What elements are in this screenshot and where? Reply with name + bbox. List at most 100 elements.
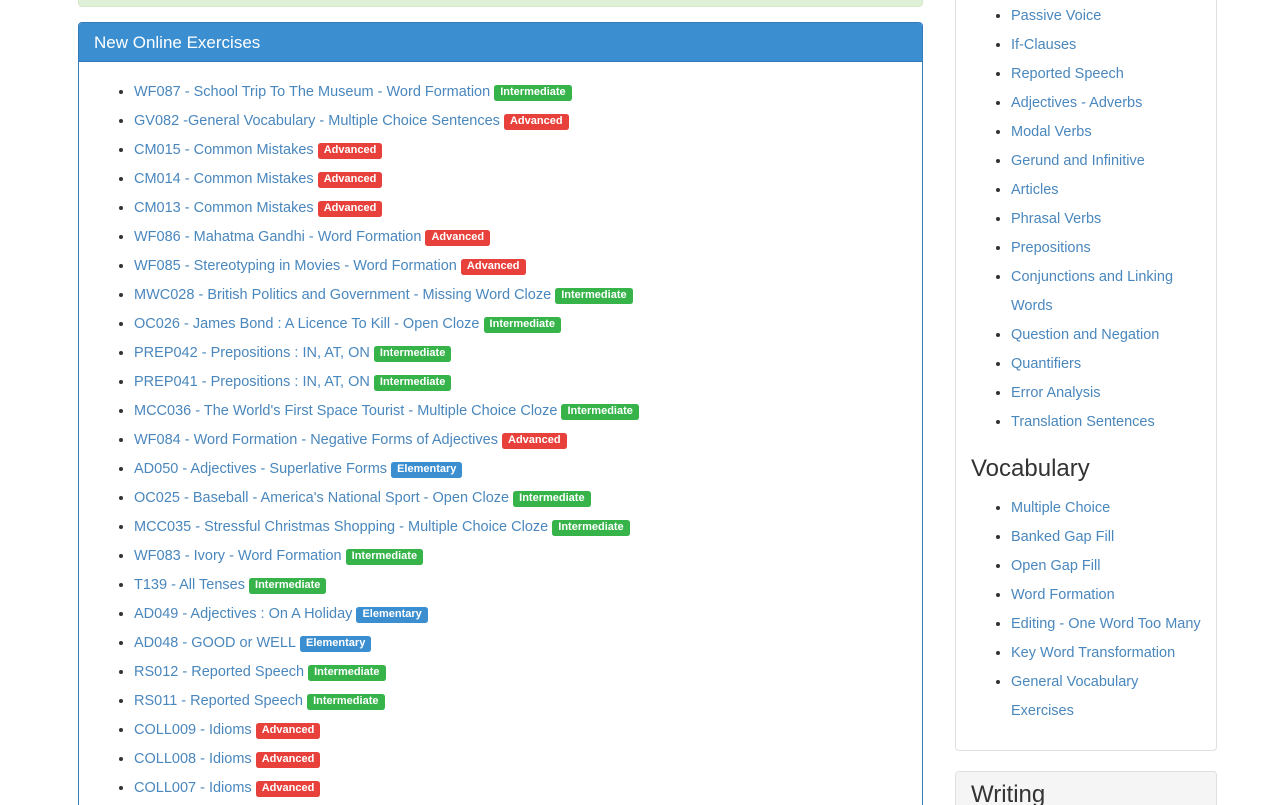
sidebar-link[interactable]: Phrasal Verbs xyxy=(1011,211,1101,227)
exercise-list: WF087 - School Trip To The Museum - Word… xyxy=(94,77,907,805)
sidebar-list-item: Question and Negation xyxy=(1011,320,1201,349)
sidebar-link[interactable]: Adjectives - Adverbs xyxy=(1011,95,1142,111)
exercise-link[interactable]: T139 - All Tenses xyxy=(134,577,245,593)
sidebar-list-item: Passive Voice xyxy=(1011,1,1201,30)
exercise-link[interactable]: CM013 - Common Mistakes xyxy=(134,200,314,216)
exercise-list-item: RS012 - Reported SpeechIntermediate xyxy=(134,657,907,686)
sidebar-link[interactable]: Gerund and Infinitive xyxy=(1011,153,1145,169)
sidebar-list-item: If-Clauses xyxy=(1011,30,1201,59)
sidebar-link[interactable]: Banked Gap Fill xyxy=(1011,529,1114,545)
sidebar-list-item: Banked Gap Fill xyxy=(1011,522,1201,551)
sidebar-list-item: Prepositions xyxy=(1011,233,1201,262)
exercise-link[interactable]: PREP041 - Prepositions : IN, AT, ON xyxy=(134,374,370,390)
exercise-link[interactable]: COLL009 - Idioms xyxy=(134,722,252,738)
exercise-list-item: WF084 - Word Formation - Negative Forms … xyxy=(134,425,907,454)
sidebar-link[interactable]: Conjunctions and Linking Words xyxy=(1011,269,1173,314)
new-online-exercises-panel: New Online Exercises WF087 - School Trip… xyxy=(78,22,923,805)
exercise-link[interactable]: RS011 - Reported Speech xyxy=(134,693,303,709)
sidebar-link[interactable]: Prepositions xyxy=(1011,240,1091,256)
sidebar-link[interactable]: Key Word Transformation xyxy=(1011,645,1175,661)
exercise-link[interactable]: OC025 - Baseball - America's National Sp… xyxy=(134,490,509,506)
exercise-link[interactable]: AD049 - Adjectives : On A Holiday xyxy=(134,606,352,622)
exercise-list-item: RS011 - Reported SpeechIntermediate xyxy=(134,686,907,715)
writing-panel: Writing xyxy=(955,771,1217,805)
exercise-link[interactable]: MCC035 - Stressful Christmas Shopping - … xyxy=(134,519,548,535)
sidebar-link[interactable]: Articles xyxy=(1011,182,1059,198)
level-badge: Advanced xyxy=(256,723,321,739)
level-badge: Advanced xyxy=(318,143,383,159)
exercise-link[interactable]: WF086 - Mahatma Gandhi - Word Formation xyxy=(134,229,421,245)
sidebar-list: Multiple Choice Banked Gap Fill Open Gap F… xyxy=(971,493,1201,725)
exercise-list-item: WF086 - Mahatma Gandhi - Word FormationA… xyxy=(134,222,907,251)
panel-body: WF087 - School Trip To The Museum - Word… xyxy=(79,62,922,805)
panel-heading: New Online Exercises xyxy=(79,23,922,62)
level-badge: Advanced xyxy=(256,752,321,768)
exercise-list-item: AD048 - GOOD or WELLElementary xyxy=(134,628,907,657)
level-badge: Advanced xyxy=(425,230,490,246)
sidebar-section-heading: Vocabulary xyxy=(971,456,1201,482)
level-badge: Intermediate xyxy=(494,85,572,101)
sidebar-link[interactable]: Multiple Choice xyxy=(1011,500,1110,516)
exercise-link[interactable]: WF084 - Word Formation - Negative Forms … xyxy=(134,432,498,448)
level-badge: Intermediate xyxy=(374,375,452,391)
sidebar-list-item: Conjunctions and Linking Words xyxy=(1011,262,1201,320)
level-badge: Advanced xyxy=(504,114,569,130)
exercise-link[interactable]: MWC028 - British Politics and Government… xyxy=(134,287,551,303)
exercise-list-item: WF087 - School Trip To The Museum - Word… xyxy=(134,77,907,106)
success-alert-strip xyxy=(78,0,923,7)
sidebar-link[interactable]: Editing - One Word Too Many xyxy=(1011,616,1201,632)
page-title: New Online Exercises xyxy=(94,33,907,52)
sidebar-link[interactable]: Question and Negation xyxy=(1011,327,1159,343)
exercise-list-item: WF083 - Ivory - Word FormationIntermedia… xyxy=(134,541,907,570)
exercise-link[interactable]: CM015 - Common Mistakes xyxy=(134,142,314,158)
exercise-link[interactable]: CM014 - Common Mistakes xyxy=(134,171,314,187)
exercise-link[interactable]: WF087 - School Trip To The Museum - Word… xyxy=(134,84,490,100)
exercise-link[interactable]: WF085 - Stereotyping in Movies - Word Fo… xyxy=(134,258,457,274)
exercise-link[interactable]: RS012 - Reported Speech xyxy=(134,664,304,680)
exercise-link[interactable]: WF083 - Ivory - Word Formation xyxy=(134,548,342,564)
exercise-list-item: MCC036 - The World's First Space Tourist… xyxy=(134,396,907,425)
exercise-link[interactable]: OC026 - James Bond : A Licence To Kill -… xyxy=(134,316,480,332)
sidebar-list-item: Adjectives - Adverbs xyxy=(1011,88,1201,117)
level-badge: Intermediate xyxy=(561,404,639,420)
exercise-link[interactable]: GV082 -General Vocabulary - Multiple Cho… xyxy=(134,113,500,129)
exercise-link[interactable]: MCC036 - The World's First Space Tourist… xyxy=(134,403,557,419)
writing-panel-heading: Writing xyxy=(956,772,1216,805)
level-badge: Elementary xyxy=(391,462,462,478)
exercise-link[interactable]: AD050 - Adjectives - Superlative Forms xyxy=(134,461,387,477)
sidebar-link[interactable]: Error Analysis xyxy=(1011,385,1100,401)
sidebar-list-item: Quantifiers xyxy=(1011,349,1201,378)
sidebar-list-item: Multiple Choice xyxy=(1011,493,1201,522)
sidebar-link[interactable]: Reported Speech xyxy=(1011,66,1124,82)
level-badge: Advanced xyxy=(502,433,567,449)
sidebar-sections: GrammarTensesPassive VoiceIf-ClausesRepo… xyxy=(956,0,1216,750)
exercise-link[interactable]: AD048 - GOOD or WELL xyxy=(134,635,296,651)
level-badge: Elementary xyxy=(300,636,371,652)
exercise-list-item: AD050 - Adjectives - Superlative FormsEl… xyxy=(134,454,907,483)
level-badge: Advanced xyxy=(461,259,526,275)
sidebar-link[interactable]: Passive Voice xyxy=(1011,8,1101,24)
exercise-list-item: WF085 - Stereotyping in Movies - Word Fo… xyxy=(134,251,907,280)
page-root: New Online Exercises WF087 - School Trip… xyxy=(0,0,1268,805)
sidebar-link[interactable]: Quantifiers xyxy=(1011,356,1081,372)
sidebar-link[interactable]: Open Gap Fill xyxy=(1011,558,1100,574)
level-badge: Advanced xyxy=(318,172,383,188)
sidebar-link[interactable]: General Vocabulary Exercises xyxy=(1011,674,1138,719)
exercise-list-item: CM013 - Common MistakesAdvanced xyxy=(134,193,907,222)
exercise-list-item: PREP042 - Prepositions : IN, AT, ONInter… xyxy=(134,338,907,367)
sidebar-link[interactable]: Translation Sentences xyxy=(1011,414,1155,430)
sidebar-list-item: Gerund and Infinitive xyxy=(1011,146,1201,175)
exercise-link[interactable]: PREP042 - Prepositions : IN, AT, ON xyxy=(134,345,370,361)
level-badge: Intermediate xyxy=(307,694,385,710)
exercise-link[interactable]: COLL007 - Idioms xyxy=(134,780,252,796)
sidebar-list-item: Word Formation xyxy=(1011,580,1201,609)
exercise-list-item: COLL007 - IdiomsAdvanced xyxy=(134,773,907,802)
sidebar-link[interactable]: Modal Verbs xyxy=(1011,124,1092,140)
exercise-list-item: COLL008 - IdiomsAdvanced xyxy=(134,744,907,773)
level-badge: Intermediate xyxy=(308,665,386,681)
level-badge: Intermediate xyxy=(249,578,327,594)
sidebar-list-item: Reported Speech xyxy=(1011,59,1201,88)
sidebar-link[interactable]: If-Clauses xyxy=(1011,37,1076,53)
sidebar-link[interactable]: Word Formation xyxy=(1011,587,1115,603)
exercise-link[interactable]: COLL008 - Idioms xyxy=(134,751,252,767)
